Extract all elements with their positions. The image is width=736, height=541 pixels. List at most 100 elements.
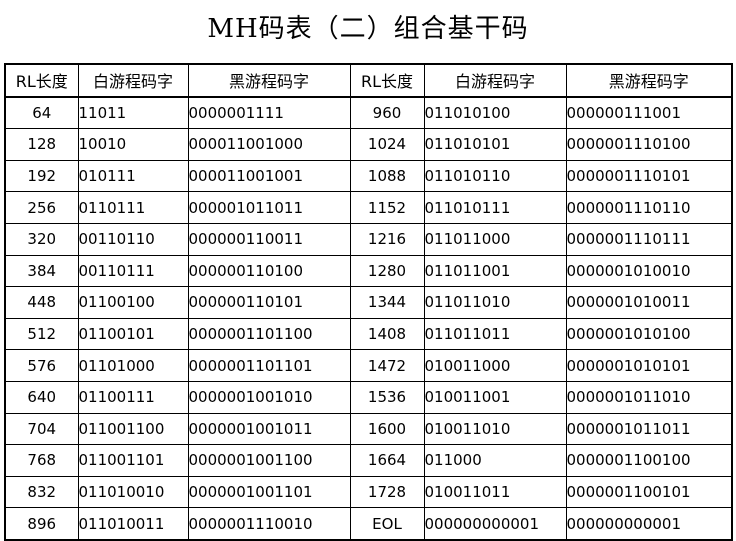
white-run-code-cell: 01101000 — [77, 349, 189, 382]
rl-length-cell: 1024 — [349, 128, 425, 161]
black-run-code-cell: 0000001110010 — [187, 507, 351, 541]
white-run-code-cell: 011010110 — [423, 159, 567, 193]
rl-length-cell: 896 — [4, 507, 79, 541]
black-run-code-cell: 0000001101100 — [187, 317, 351, 351]
rl-length-cell: 832 — [4, 475, 79, 509]
mh-code-table: RL长度 白游程码字 黑游程码字 RL长度 白游程码字 黑游程码字 64 1101… — [4, 63, 733, 541]
white-run-code-cell: 011011010 — [423, 286, 567, 319]
table-header-row: RL长度 白游程码字 黑游程码字 RL长度 白游程码字 黑游程码字 — [4, 63, 733, 98]
header-rl-length: RL长度 — [349, 63, 425, 98]
black-run-code-cell: 0000001110111 — [565, 222, 733, 256]
white-run-code-cell: 010111 — [77, 159, 189, 193]
header-white-run-code: 白游程码字 — [77, 63, 189, 98]
white-run-code-cell: 010011000 — [423, 349, 567, 382]
table-row: 512 01100101 0000001101100 1408 011011011 000… — [4, 317, 733, 351]
black-run-code-cell: 0000001010101 — [565, 349, 733, 382]
header-white-run-code: 白游程码字 — [423, 63, 567, 98]
rl-length-cell: 960 — [349, 96, 425, 130]
table-row: 576 01101000 0000001101101 1472 010011000 000… — [4, 349, 733, 382]
white-run-code-cell: 011001101 — [77, 444, 189, 477]
table-row: 192 010111 000011001001 1088 011010110 000000… — [4, 159, 733, 193]
black-run-code-cell: 0000001010011 — [565, 286, 733, 319]
rl-length-cell: 448 — [4, 286, 79, 319]
table-row: 64 11011 0000001111 960 011010100 00000011100… — [4, 96, 733, 130]
rl-length-cell: 1472 — [349, 349, 425, 382]
black-run-code-cell: 000001011011 — [187, 191, 351, 224]
white-run-code-cell: 011010111 — [423, 191, 567, 224]
white-run-code-cell: 011010010 — [77, 475, 189, 509]
white-run-code-cell: 010011010 — [423, 412, 567, 446]
white-run-code-cell: 011000 — [423, 444, 567, 477]
rl-length-cell: 640 — [4, 380, 79, 414]
white-run-code-cell: 011010101 — [423, 128, 567, 161]
rl-length-cell: 1664 — [349, 444, 425, 477]
page-title: MH码表（二）组合基干码 — [207, 14, 529, 44]
black-run-code-cell: 0000001110101 — [565, 159, 733, 193]
white-run-code-cell: 010011011 — [423, 475, 567, 509]
black-run-code-cell: 0000001110110 — [565, 191, 733, 224]
black-run-code-cell: 000011001000 — [187, 128, 351, 161]
table-row: 128 10010 000011001000 1024 011010101 0000001… — [4, 128, 733, 161]
rl-length-cell: 192 — [4, 159, 79, 193]
black-run-code-cell: 0000001100101 — [565, 475, 733, 509]
rl-length-cell: 1280 — [349, 254, 425, 288]
table-row: 640 01100111 0000001001010 1536 010011001 000… — [4, 380, 733, 414]
rl-length-cell: 128 — [4, 128, 79, 161]
white-run-code-cell: 011010100 — [423, 96, 567, 130]
table-row: 384 00110111 000000110100 1280 011011001 0000… — [4, 254, 733, 288]
black-run-code-cell: 0000001010100 — [565, 317, 733, 351]
black-run-code-cell: 000000110101 — [187, 286, 351, 319]
rl-length-cell: 320 — [4, 222, 79, 256]
black-run-code-cell: 0000001100100 — [565, 444, 733, 477]
table-row: 768 011001101 0000001001100 1664 011000 00000… — [4, 444, 733, 477]
table-row: 256 0110111 000001011011 1152 011010111 00000… — [4, 191, 733, 224]
black-run-code-cell: 0000001001101 — [187, 475, 351, 509]
black-run-code-cell: 0000001111 — [187, 96, 351, 130]
black-run-code-cell: 0000001001100 — [187, 444, 351, 477]
white-run-code-cell: 011001100 — [77, 412, 189, 446]
white-run-code-cell: 01100101 — [77, 317, 189, 351]
white-run-code-cell: 011011001 — [423, 254, 567, 288]
white-run-code-cell: 011010011 — [77, 507, 189, 541]
white-run-code-cell: 01100111 — [77, 380, 189, 414]
rl-length-cell: 704 — [4, 412, 79, 446]
black-run-code-cell: 0000001101101 — [187, 349, 351, 382]
white-run-code-cell: 11011 — [77, 96, 189, 130]
rl-length-cell: 1536 — [349, 380, 425, 414]
rl-length-cell: EOL — [349, 507, 425, 541]
header-rl-length: RL长度 — [4, 63, 79, 98]
black-run-code-cell: 000000110100 — [187, 254, 351, 288]
rl-length-cell: 1152 — [349, 191, 425, 224]
rl-length-cell: 768 — [4, 444, 79, 477]
white-run-code-cell: 10010 — [77, 128, 189, 161]
black-run-code-cell: 0000001010010 — [565, 254, 733, 288]
white-run-code-cell: 000000000001 — [423, 507, 567, 541]
black-run-code-cell: 0000001001010 — [187, 380, 351, 414]
table-row: 704 011001100 0000001001011 1600 010011010 00… — [4, 412, 733, 446]
rl-length-cell: 256 — [4, 191, 79, 224]
black-run-code-cell: 000011001001 — [187, 159, 351, 193]
white-run-code-cell: 0110111 — [77, 191, 189, 224]
header-black-run-code: 黑游程码字 — [565, 63, 733, 98]
rl-length-cell: 1216 — [349, 222, 425, 256]
rl-length-cell: 576 — [4, 349, 79, 382]
rl-length-cell: 512 — [4, 317, 79, 351]
white-run-code-cell: 011011000 — [423, 222, 567, 256]
black-run-code-cell: 0000001011010 — [565, 380, 733, 414]
rl-length-cell: 1600 — [349, 412, 425, 446]
header-black-run-code: 黑游程码字 — [187, 63, 351, 98]
white-run-code-cell: 00110111 — [77, 254, 189, 288]
white-run-code-cell: 011011011 — [423, 317, 567, 351]
white-run-code-cell: 00110110 — [77, 222, 189, 256]
rl-length-cell: 1728 — [349, 475, 425, 509]
rl-length-cell: 384 — [4, 254, 79, 288]
table-row: 896 011010011 0000001110010 EOL 000000000001… — [4, 507, 733, 541]
rl-length-cell: 1088 — [349, 159, 425, 193]
table-row: 320 00110110 000000110011 1216 011011000 0000… — [4, 222, 733, 256]
black-run-code-cell: 0000001110100 — [565, 128, 733, 161]
rl-length-cell: 1344 — [349, 286, 425, 319]
rl-length-cell: 64 — [4, 96, 79, 130]
black-run-code-cell: 000000110011 — [187, 222, 351, 256]
table-row: 832 011010010 0000001001101 1728 010011011 00… — [4, 475, 733, 509]
black-run-code-cell: 0000001011011 — [565, 412, 733, 446]
